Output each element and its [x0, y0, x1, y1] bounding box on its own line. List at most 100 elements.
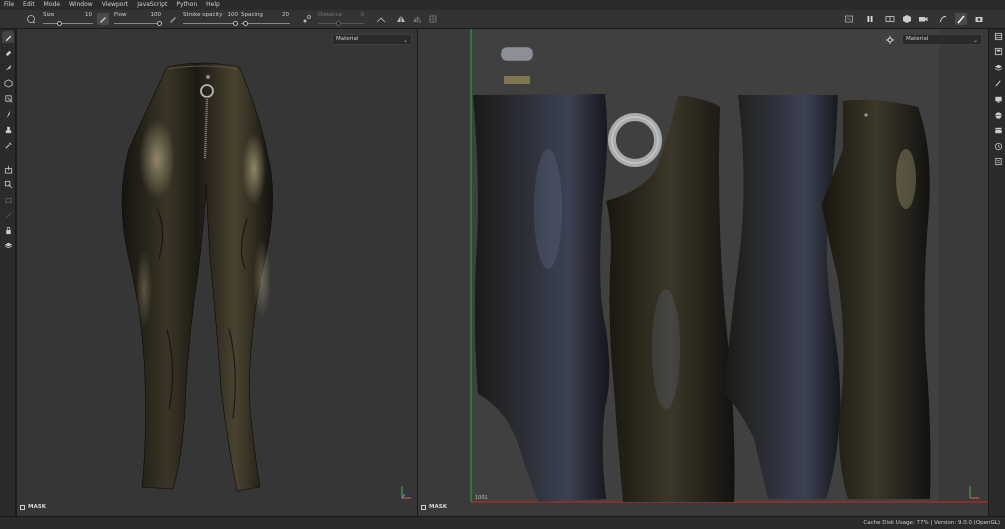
size-slider-knob[interactable] [57, 21, 62, 26]
environment-button[interactable] [992, 109, 1004, 121]
viewport2d-settings-button[interactable] [884, 34, 896, 46]
symmetry-icon[interactable] [395, 13, 407, 25]
menu-python[interactable]: Python [176, 0, 197, 10]
uv-texture-layout[interactable] [418, 29, 988, 516]
pen-pressure-icon[interactable] [97, 13, 109, 25]
size-value[interactable]: 10 [80, 12, 92, 18]
spacing-slider-knob[interactable] [243, 21, 248, 26]
display-settings-button[interactable] [992, 93, 1004, 105]
eraser-icon [5, 50, 11, 56]
symmetry-mirror-icon[interactable] [411, 13, 423, 25]
clone-icon [5, 126, 11, 133]
stroke-opacity-value[interactable]: 100 [223, 12, 239, 18]
lazy-mouse-icon[interactable] [301, 13, 313, 25]
status-bar: Cache Disk Usage: 77% | Version: 9.0.0 (… [0, 516, 1005, 529]
annotate-icon [4, 211, 12, 219]
view-cube-icon[interactable] [901, 13, 913, 25]
gear-icon [886, 36, 894, 44]
geometry-icon [4, 94, 12, 102]
menu-javascript[interactable]: JavaScript [137, 0, 167, 10]
lock-tool[interactable] [2, 224, 14, 236]
distance-slider-knob[interactable] [336, 21, 341, 26]
uv-island-button-piece [504, 76, 530, 84]
mask-checkbox[interactable] [421, 504, 426, 510]
menu-window[interactable]: Window [69, 0, 93, 10]
menu-viewport[interactable]: Viewport [102, 0, 129, 10]
menu-file[interactable]: File [4, 0, 14, 10]
left-tool-column [0, 29, 16, 516]
pause-icon[interactable] [864, 13, 876, 25]
viewport3d-channel-dropdown[interactable]: Material ⌄ [332, 34, 412, 45]
paint-brush-tool[interactable] [2, 31, 14, 43]
distance-slider[interactable] [318, 21, 364, 26]
clone-tool[interactable] [2, 123, 14, 135]
paint-brush-icon [5, 35, 11, 41]
menu-edit[interactable]: Edit [23, 0, 35, 10]
camera-settings-icon[interactable] [843, 13, 855, 25]
flow-label: Flow [114, 12, 127, 18]
stroke-opacity-label: Stroke opacity [183, 12, 223, 18]
measure-tool[interactable] [2, 194, 14, 206]
viewport2d-channel-dropdown[interactable]: Material ⌄ [902, 34, 982, 45]
stroke-opacity-slider[interactable] [183, 21, 238, 26]
polygon-fill-icon [3, 78, 13, 88]
shelf-button[interactable] [992, 124, 1004, 136]
smudge-tool[interactable] [2, 108, 14, 120]
flow-pressure-icon[interactable] [167, 13, 179, 25]
texture-set-button[interactable] [992, 30, 1004, 42]
axis-gizmo-2d [969, 486, 979, 499]
viewport3d-mask-toggle[interactable]: MASK [20, 504, 46, 510]
spacing-value[interactable]: 20 [276, 12, 289, 18]
viewport2d-mask-label: MASK [429, 504, 447, 510]
menu-help[interactable]: Help [206, 0, 220, 10]
spacing-slider[interactable] [241, 21, 290, 26]
color-picker-icon [4, 141, 12, 149]
color-picker-tool[interactable] [2, 139, 14, 151]
measure-icon [4, 197, 12, 203]
viewport-2d[interactable]: 1001 Material ⌄ MASK [418, 29, 988, 516]
line-stroke-icon[interactable] [375, 13, 387, 25]
stroke-opacity-slider-knob[interactable] [233, 21, 238, 26]
screenshot-camera-icon[interactable] [973, 13, 985, 25]
polygon-fill-tool[interactable] [2, 77, 14, 89]
brush-settings-button[interactable] [992, 77, 1004, 89]
flow-slider[interactable] [114, 21, 162, 26]
menu-mode[interactable]: Mode [44, 0, 60, 10]
viewport2d-mask-toggle[interactable]: MASK [421, 504, 447, 510]
material-ball-tool[interactable] [2, 239, 14, 251]
annotate-tool[interactable] [2, 209, 14, 221]
tool-properties-bar: Size 10 Flow 100 Stroke opacity 100 Spac… [0, 10, 1005, 29]
display-icon [994, 96, 1002, 103]
size-slider[interactable] [43, 21, 93, 26]
projection-icon [5, 64, 11, 70]
log-button[interactable] [992, 155, 1004, 167]
layers-button[interactable] [992, 45, 1004, 57]
size-label: Size [43, 12, 55, 18]
paint-mode-icon[interactable] [955, 13, 967, 25]
transform-tool[interactable] [2, 178, 14, 190]
split-view-icon[interactable] [884, 13, 896, 25]
viewport-3d[interactable]: Material ⌄ MASK [17, 29, 417, 516]
properties-button[interactable] [992, 61, 1004, 73]
chevron-down-icon: ⌄ [402, 37, 408, 44]
mask-checkbox[interactable] [20, 504, 25, 510]
chevron-down-icon: ⌄ [972, 37, 978, 44]
flow-slider-knob[interactable] [157, 21, 162, 26]
spacing-label: Spacing [241, 12, 263, 18]
viewport3d-channel-value: Material [336, 36, 359, 42]
distance-value[interactable]: 0 [354, 12, 365, 18]
menu-bar: File Edit Mode Window Viewport JavaScrip… [0, 0, 1005, 10]
projection-tool[interactable] [2, 61, 14, 73]
pants-3d-model[interactable] [17, 29, 417, 516]
eraser-tool[interactable] [2, 46, 14, 58]
history-button[interactable] [992, 140, 1004, 152]
symmetry-settings-icon[interactable] [427, 13, 439, 25]
lighting-icon[interactable] [937, 13, 949, 25]
brush-alpha-icon[interactable] [25, 13, 37, 25]
video-camera-icon[interactable] [917, 13, 929, 25]
uv-island-waistband-piece [500, 46, 534, 62]
geometry-tool[interactable] [2, 92, 14, 104]
flow-value[interactable]: 100 [146, 12, 162, 18]
properties-icon [994, 64, 1002, 71]
bake-tool[interactable] [2, 163, 14, 175]
